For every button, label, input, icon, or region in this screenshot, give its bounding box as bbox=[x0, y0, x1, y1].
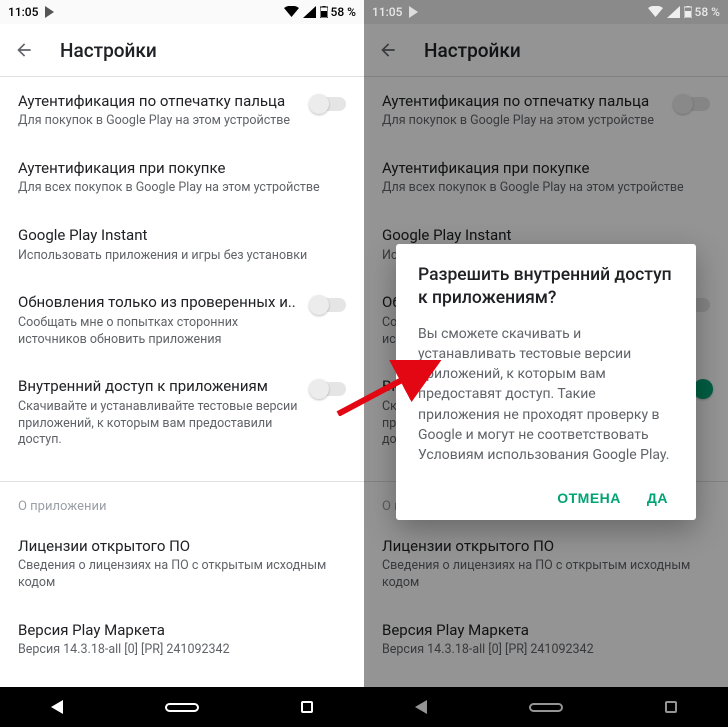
toggle-switch[interactable] bbox=[312, 298, 346, 312]
settings-list: Аутентификация по отпечатку пальца Для п… bbox=[0, 77, 364, 687]
setting-internal-access[interactable]: Внутренний доступ к приложениям Скачивай… bbox=[0, 362, 364, 463]
status-bar: 11:05 58 % bbox=[364, 0, 728, 24]
toggle-switch[interactable] bbox=[312, 382, 346, 396]
setting-title: Лицензии открытого ПО bbox=[18, 536, 334, 556]
setting-title: Google Play Instant bbox=[18, 225, 334, 245]
signal-icon bbox=[667, 6, 680, 18]
wifi-icon bbox=[284, 6, 299, 18]
dialog-title: Разрешить внутренний доступ к приложения… bbox=[418, 264, 674, 310]
setting-subtitle: Сведения о лицензиях на ПО с открытым ис… bbox=[18, 558, 334, 592]
phone-left: 11:05 58 % Настройки bbox=[0, 0, 364, 727]
status-battery: 58 % bbox=[331, 5, 356, 19]
setting-subtitle: Версия 14.3.18-all [0] [PR] 241092342 bbox=[18, 642, 334, 659]
app-bar: Настройки bbox=[0, 24, 364, 76]
nav-bar bbox=[0, 687, 364, 727]
setting-verified-updates[interactable]: Обновления только из проверенных и.. Соо… bbox=[0, 278, 364, 362]
setting-title: Внутренний доступ к приложениям bbox=[18, 376, 300, 396]
setting-licenses[interactable]: Лицензии открытого ПО Сведения о лицензи… bbox=[0, 530, 364, 606]
nav-recent-icon[interactable] bbox=[298, 698, 316, 716]
battery-icon bbox=[684, 6, 692, 18]
setting-subtitle: Использовать приложения и игры без устан… bbox=[18, 248, 334, 265]
setting-play-instant[interactable]: Google Play Instant Использовать приложе… bbox=[0, 211, 364, 278]
page-title: Настройки bbox=[60, 39, 157, 62]
setting-subtitle: Сообщать мне о попытках сторонних источн… bbox=[18, 315, 300, 349]
play-icon bbox=[408, 6, 419, 18]
setting-about-header: О приложении bbox=[0, 482, 364, 530]
play-icon bbox=[44, 6, 55, 18]
setting-subtitle: Для всех покупок в Google Play на этом у… bbox=[18, 180, 334, 197]
dialog-actions: ОТМЕНА ДА bbox=[418, 484, 674, 512]
status-time: 11:05 bbox=[372, 5, 402, 19]
battery-icon bbox=[320, 6, 328, 18]
cancel-button[interactable]: ОТМЕНА bbox=[557, 490, 621, 506]
status-battery: 58 % bbox=[695, 5, 720, 19]
status-bar: 11:05 58 % bbox=[0, 0, 364, 24]
setting-version[interactable]: Версия Play Маркета Версия 14.3.18-all [… bbox=[0, 606, 364, 673]
setting-purchase-auth[interactable]: Аутентификация при покупке Для всех поку… bbox=[0, 144, 364, 211]
nav-back-icon[interactable] bbox=[48, 698, 66, 716]
wifi-icon bbox=[648, 6, 663, 18]
toggle-switch[interactable] bbox=[312, 97, 346, 111]
setting-title: Аутентификация при покупке bbox=[18, 158, 334, 178]
setting-subtitle: Скачивайте и устанавливайте тестовые вер… bbox=[18, 399, 300, 450]
dialog-body: Вы сможете скачивать и устанавливать тес… bbox=[418, 324, 674, 466]
ok-button[interactable]: ДА bbox=[647, 490, 668, 506]
setting-fingerprint-auth[interactable]: Аутентификация по отпечатку пальца Для п… bbox=[0, 77, 364, 144]
setting-title: Обновления только из проверенных и.. bbox=[18, 292, 300, 312]
section-header: О приложении bbox=[18, 498, 334, 516]
setting-title: Версия Play Маркета bbox=[18, 620, 334, 640]
nav-home-icon[interactable] bbox=[162, 698, 202, 716]
dialog-internal-access: Разрешить внутренний доступ к приложения… bbox=[396, 244, 696, 520]
status-time: 11:05 bbox=[8, 5, 38, 19]
phone-right: 11:05 58 % Настройки bbox=[364, 0, 728, 727]
setting-title: Аутентификация по отпечатку пальца bbox=[18, 91, 300, 111]
back-icon[interactable] bbox=[12, 38, 36, 62]
setting-subtitle: Для покупок в Google Play на этом устрой… bbox=[18, 113, 300, 130]
signal-icon bbox=[303, 6, 316, 18]
